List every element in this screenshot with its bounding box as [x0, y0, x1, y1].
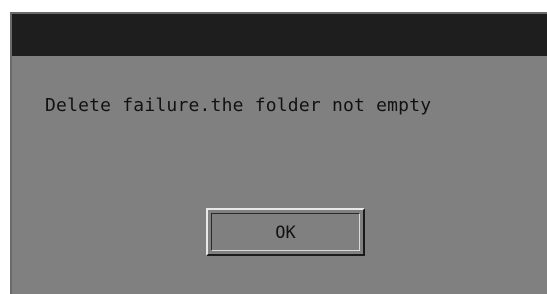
ok-button-focus-frame: OK — [211, 213, 360, 251]
dialog-titlebar[interactable] — [12, 14, 547, 56]
ok-button[interactable]: OK — [206, 208, 365, 256]
dialog-message: Delete failure.the folder not empty — [45, 95, 432, 116]
ok-button-label: OK — [275, 222, 296, 243]
error-dialog: Delete failure.the folder not empty OK — [10, 12, 547, 294]
